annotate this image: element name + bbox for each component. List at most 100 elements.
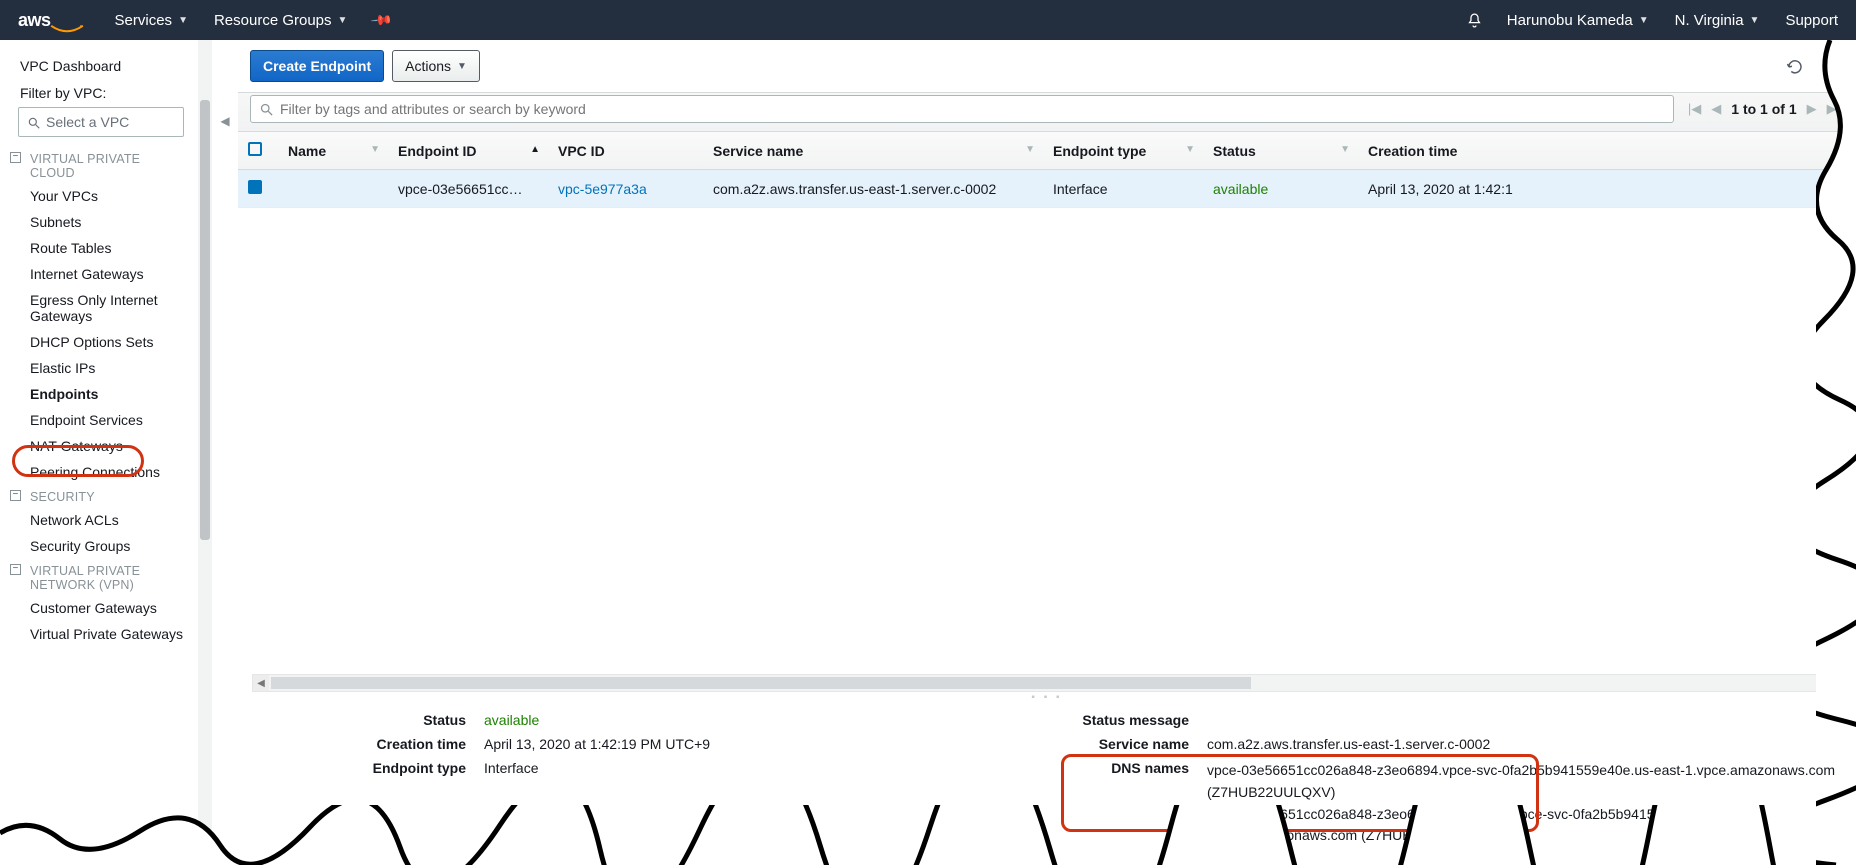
nav-services-label: Services xyxy=(115,12,173,29)
panel-resize-grip[interactable]: ▪ ▪ ▪ xyxy=(238,692,1856,702)
notifications-button[interactable] xyxy=(1466,10,1483,30)
sidebar-item-endpoints[interactable]: Endpoints xyxy=(0,381,198,407)
nav-user-label: Harunobu Kameda xyxy=(1507,12,1633,29)
detail-label-creation-time: Creation time xyxy=(254,736,484,752)
sidebar-item-elastic-ips[interactable]: Elastic IPs xyxy=(0,355,198,381)
pager-text: 1 to 1 of 1 xyxy=(1731,101,1796,117)
sidebar-item-internet-gateways[interactable]: Internet Gateways xyxy=(0,261,198,287)
cell-endpoint-type: Interface xyxy=(1043,170,1203,208)
endpoints-table: Name▼ Endpoint ID▲ VPC ID Service name▼ … xyxy=(238,132,1856,208)
scroll-left-icon[interactable]: ◀ xyxy=(253,675,269,691)
dns-entry-1: vpce-03e56651cc026a848-z3eo6894.vpce-svc… xyxy=(1207,760,1840,803)
caret-down-icon: ▼ xyxy=(1750,15,1760,26)
pager: |◀ ◀ 1 to 1 of 1 ▶ ▶| xyxy=(1688,101,1840,117)
checkbox-icon xyxy=(248,142,262,156)
sidebar-item-your-vpcs[interactable]: Your VPCs xyxy=(0,183,198,209)
aws-logo[interactable]: aws xyxy=(18,10,87,31)
filter-searchbox[interactable] xyxy=(250,95,1674,123)
sidebar-item-egress-only-internet-gateways[interactable]: Egress Only Internet Gateways xyxy=(0,287,198,329)
horizontal-scrollbar[interactable]: ◀ ▶ xyxy=(252,674,1844,692)
vpc-filter-select[interactable]: Select a VPC xyxy=(18,107,184,137)
detail-label-service-name: Service name xyxy=(1067,736,1207,752)
detail-creation-time: April 13, 2020 at 1:42:19 PM UTC+9 xyxy=(484,736,1027,752)
sidebar-group-heading[interactable]: −VIRTUAL PRIVATE NETWORK (VPN) xyxy=(0,559,198,595)
nav-resource-groups-label: Resource Groups xyxy=(214,12,332,29)
pager-next[interactable]: ▶ xyxy=(1807,101,1817,117)
sidebar-collapse-toggle[interactable]: ◀ xyxy=(212,40,238,865)
sidebar-item-network-acls[interactable]: Network ACLs xyxy=(0,507,198,533)
sidebar-item-route-tables[interactable]: Route Tables xyxy=(0,235,198,261)
sidebar-item-virtual-private-gateways[interactable]: Virtual Private Gateways xyxy=(0,621,198,647)
col-creation-time[interactable]: Creation time xyxy=(1358,132,1856,170)
col-service-name[interactable]: Service name▼ xyxy=(703,132,1043,170)
caret-down-icon: ▼ xyxy=(338,15,348,26)
cell-service-name: com.a2z.aws.transfer.us-east-1.server.c-… xyxy=(703,170,1043,208)
sort-icon: ▼ xyxy=(370,144,380,155)
actions-button[interactable]: Actions ▼ xyxy=(392,50,480,82)
nav-pin[interactable]: 📌 xyxy=(373,12,390,29)
detail-status: available xyxy=(484,712,1027,728)
col-name[interactable]: Name▼ xyxy=(278,132,388,170)
sidebar-item-customer-gateways[interactable]: Customer Gateways xyxy=(0,595,198,621)
bell-icon xyxy=(1466,12,1483,29)
table-row[interactable]: vpce-03e56651cc… vpc-5e977a3a com.a2z.aw… xyxy=(238,170,1856,208)
details-panel: Status available Creation time April 13,… xyxy=(238,702,1856,865)
chevron-left-icon: ◀ xyxy=(220,114,229,128)
actions-label: Actions xyxy=(405,58,451,74)
collapse-icon: − xyxy=(10,152,21,163)
sidebar-dashboard[interactable]: VPC Dashboard xyxy=(0,52,198,81)
sidebar-scrollbar[interactable] xyxy=(198,40,212,865)
pin-icon: 📌 xyxy=(370,8,394,32)
detail-endpoint-type: Interface xyxy=(484,760,1027,776)
sidebar-item-endpoint-services[interactable]: Endpoint Services xyxy=(0,407,198,433)
detail-label-status-message: Status message xyxy=(1067,712,1207,728)
sort-asc-icon: ▲ xyxy=(530,144,540,155)
sidebar-item-security-groups[interactable]: Security Groups xyxy=(0,533,198,559)
checkbox-checked-icon[interactable] xyxy=(248,180,262,194)
pager-last[interactable]: ▶| xyxy=(1827,101,1840,117)
gear-icon xyxy=(1822,58,1840,76)
nav-resource-groups[interactable]: Resource Groups ▼ xyxy=(214,12,347,29)
col-checkbox[interactable] xyxy=(238,132,278,170)
cell-name xyxy=(278,170,388,208)
filter-input[interactable] xyxy=(280,101,1665,117)
col-status[interactable]: Status▼ xyxy=(1203,132,1358,170)
caret-down-icon: ▼ xyxy=(457,61,467,72)
settings-button[interactable] xyxy=(1822,56,1840,77)
detail-label-endpoint-type: Endpoint type xyxy=(254,760,484,776)
cell-creation-time: April 13, 2020 at 1:42:1 xyxy=(1358,170,1856,208)
search-icon xyxy=(259,101,274,118)
scroll-right-icon[interactable]: ▶ xyxy=(1827,675,1843,691)
sidebar-item-peering-connections[interactable]: Peering Connections xyxy=(0,459,198,485)
create-endpoint-button[interactable]: Create Endpoint xyxy=(250,50,384,82)
col-endpoint-id[interactable]: Endpoint ID▲ xyxy=(388,132,548,170)
col-vpc-id[interactable]: VPC ID xyxy=(548,132,703,170)
pager-prev[interactable]: ◀ xyxy=(1711,101,1721,117)
col-endpoint-type[interactable]: Endpoint type▼ xyxy=(1043,132,1203,170)
nav-services[interactable]: Services ▼ xyxy=(115,12,188,29)
nav-user[interactable]: Harunobu Kameda ▼ xyxy=(1507,12,1649,29)
refresh-button[interactable] xyxy=(1786,56,1804,77)
sidebar-item-subnets[interactable]: Subnets xyxy=(0,209,198,235)
collapse-icon: − xyxy=(10,490,21,501)
nav-region[interactable]: N. Virginia ▼ xyxy=(1675,12,1760,29)
search-icon xyxy=(27,114,41,130)
pager-first[interactable]: |◀ xyxy=(1688,101,1701,117)
sidebar-item-dhcp-options-sets[interactable]: DHCP Options Sets xyxy=(0,329,198,355)
nav-support[interactable]: Support xyxy=(1785,12,1838,29)
caret-down-icon: ▼ xyxy=(1639,15,1649,26)
sidebar-group-heading[interactable]: −VIRTUAL PRIVATE CLOUD xyxy=(0,147,198,183)
sidebar-group-heading[interactable]: −SECURITY xyxy=(0,485,198,507)
caret-down-icon: ▼ xyxy=(178,15,188,26)
sort-icon: ▼ xyxy=(1025,144,1035,155)
cell-endpoint-id: vpce-03e56651cc… xyxy=(388,170,548,208)
refresh-icon xyxy=(1786,58,1804,76)
sidebar-item-nat-gateways[interactable]: NAT Gateways xyxy=(0,433,198,459)
detail-service-name: com.a2z.aws.transfer.us-east-1.server.c-… xyxy=(1207,736,1840,752)
detail-label-dns-names: DNS names xyxy=(1067,760,1207,776)
nav-support-label: Support xyxy=(1785,12,1838,29)
cell-vpc-id-link[interactable]: vpc-5e977a3a xyxy=(558,181,647,197)
sort-icon: ▼ xyxy=(1185,144,1195,155)
nav-region-label: N. Virginia xyxy=(1675,12,1744,29)
detail-dns-names: vpce-03e56651cc026a848-z3eo6894.vpce-svc… xyxy=(1207,760,1840,847)
